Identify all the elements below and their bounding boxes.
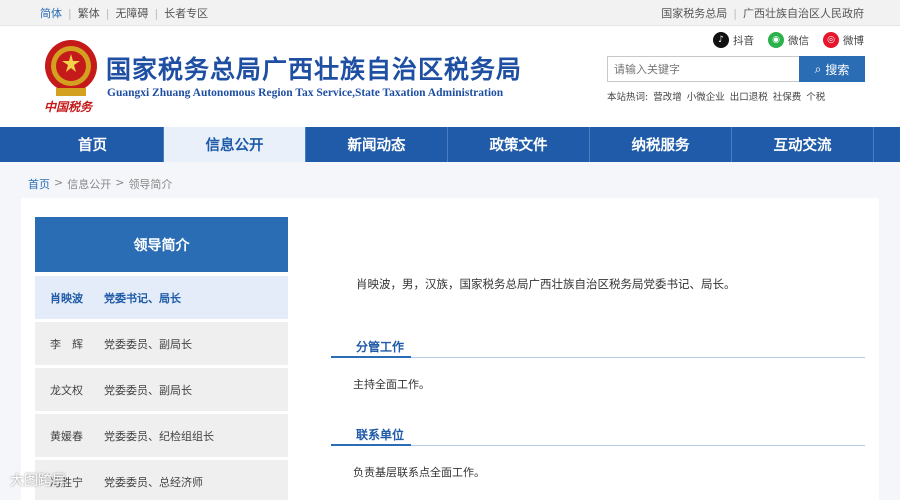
section-title-contact-units: 联系单位 xyxy=(356,428,405,442)
tax-emblem-icon xyxy=(45,40,97,96)
link-gx-gov[interactable]: 广西壮族自治区人民政府 xyxy=(743,5,864,21)
nav-home[interactable]: 首页 xyxy=(22,127,164,162)
section-text-contact-units: 负责基层联系点全面工作。 xyxy=(353,466,485,479)
section-divider-accent xyxy=(331,444,411,446)
main-nav: 首页 信息公开 新闻动态 政策文件 纳税服务 互动交流 xyxy=(0,127,900,162)
leader-item[interactable]: 李 辉 党委委员、副局长 xyxy=(35,322,288,365)
hot-words-label: 本站热词: xyxy=(607,92,649,103)
leader-item[interactable]: 黄媛春 党委委员、纪检组组长 xyxy=(35,414,288,457)
leader-role: 党委委员、总经济师 xyxy=(104,475,203,489)
section-title-responsibilities: 分管工作 xyxy=(356,340,405,354)
link-traditional[interactable]: 繁体 xyxy=(78,5,100,21)
nav-info-disclosure[interactable]: 信息公开 xyxy=(164,127,306,162)
hot-words: 本站热词: 营改增 小微企业 出口退税 社保费 个税 xyxy=(607,89,825,103)
weibo-icon: ◎ xyxy=(823,32,839,48)
sidebar-title: 领导简介 xyxy=(35,217,288,272)
leader-role: 党委委员、副局长 xyxy=(104,383,192,397)
section-divider xyxy=(331,357,865,358)
site-title[interactable]: 国家税务总局广西壮族自治区税务局 xyxy=(106,50,522,86)
language-links: 简体 | 繁体 | 无障碍 | 长者专区 xyxy=(40,5,209,21)
douyin-icon: ♪ xyxy=(713,32,729,48)
nav-interaction[interactable]: 互动交流 xyxy=(732,127,874,162)
link-elderly[interactable]: 长者专区 xyxy=(164,5,208,21)
section-divider-accent xyxy=(331,356,411,358)
social-wechat[interactable]: ◉ 微信 xyxy=(768,32,809,48)
breadcrumb-home[interactable]: 首页 xyxy=(28,176,50,192)
leader-role: 党委委员、纪检组组长 xyxy=(104,429,214,443)
social-weibo[interactable]: ◎ 微博 xyxy=(823,32,864,48)
link-accessibility[interactable]: 无障碍 xyxy=(115,5,148,21)
link-sta[interactable]: 国家税务总局 xyxy=(661,5,727,21)
link-simplified[interactable]: 简体 xyxy=(40,5,62,21)
breadcrumb: 首页 > 信息公开 > 领导简介 xyxy=(28,176,173,192)
site-header: 中国税务 国家税务总局广西壮族自治区税务局 Guangxi Zhuang Aut… xyxy=(0,26,900,127)
external-links: 国家税务总局 | 广西壮族自治区人民政府 xyxy=(661,5,864,21)
leader-bio: 肖映波，男，汉族，国家税务总局广西壮族自治区税务局党委书记、局长。 xyxy=(356,277,736,291)
leader-name: 黄媛春 xyxy=(50,429,83,443)
hotword-link[interactable]: 小微企业 xyxy=(687,89,725,103)
search-button[interactable]: ⌕ 搜索 xyxy=(799,56,865,82)
leader-name: 龙文权 xyxy=(50,383,83,397)
watermark: 大图跨屏 xyxy=(10,473,66,489)
search-box: ⌕ 搜索 xyxy=(607,56,865,82)
search-input[interactable] xyxy=(607,56,799,82)
leader-name: 李 辉 xyxy=(50,337,83,351)
top-utility-bar: 简体 | 繁体 | 无障碍 | 长者专区 国家税务总局 | 广西壮族自治区人民政… xyxy=(0,0,900,26)
breadcrumb-info[interactable]: 信息公开 xyxy=(67,176,111,192)
leader-list: 肖映波 党委书记、局长 李 辉 党委委员、副局长 龙文权 党委委员、副局长 黄媛… xyxy=(35,276,288,500)
nav-policy[interactable]: 政策文件 xyxy=(448,127,590,162)
search-icon: ⌕ xyxy=(814,61,822,76)
section-divider xyxy=(331,445,865,446)
nav-tax-service[interactable]: 纳税服务 xyxy=(590,127,732,162)
leader-role: 党委书记、局长 xyxy=(104,291,181,305)
leader-role: 党委委员、副局长 xyxy=(104,337,192,351)
hotword-link[interactable]: 个税 xyxy=(806,89,825,103)
section-text-responsibilities: 主持全面工作。 xyxy=(353,378,430,391)
social-links: ♪ 抖音 ◉ 微信 ◎ 微博 xyxy=(713,32,864,48)
leader-item[interactable]: 龙文权 党委委员、副局长 xyxy=(35,368,288,411)
hotword-link[interactable]: 营改增 xyxy=(653,89,682,103)
wechat-icon: ◉ xyxy=(768,32,784,48)
social-douyin[interactable]: ♪ 抖音 xyxy=(713,32,754,48)
leader-name: 肖映波 xyxy=(50,291,83,305)
nav-news[interactable]: 新闻动态 xyxy=(306,127,448,162)
breadcrumb-current: 领导简介 xyxy=(128,178,173,191)
brand-calligraphy: 中国税务 xyxy=(44,100,93,114)
hotword-link[interactable]: 出口退税 xyxy=(730,89,768,103)
leader-item[interactable]: 冯胜宁 党委委员、总经济师 xyxy=(35,460,288,500)
hotword-link[interactable]: 社保费 xyxy=(773,89,802,103)
site-title-english: Guangxi Zhuang Autonomous Region Tax Ser… xyxy=(107,87,504,99)
leader-item[interactable]: 肖映波 党委书记、局长 xyxy=(35,276,288,319)
